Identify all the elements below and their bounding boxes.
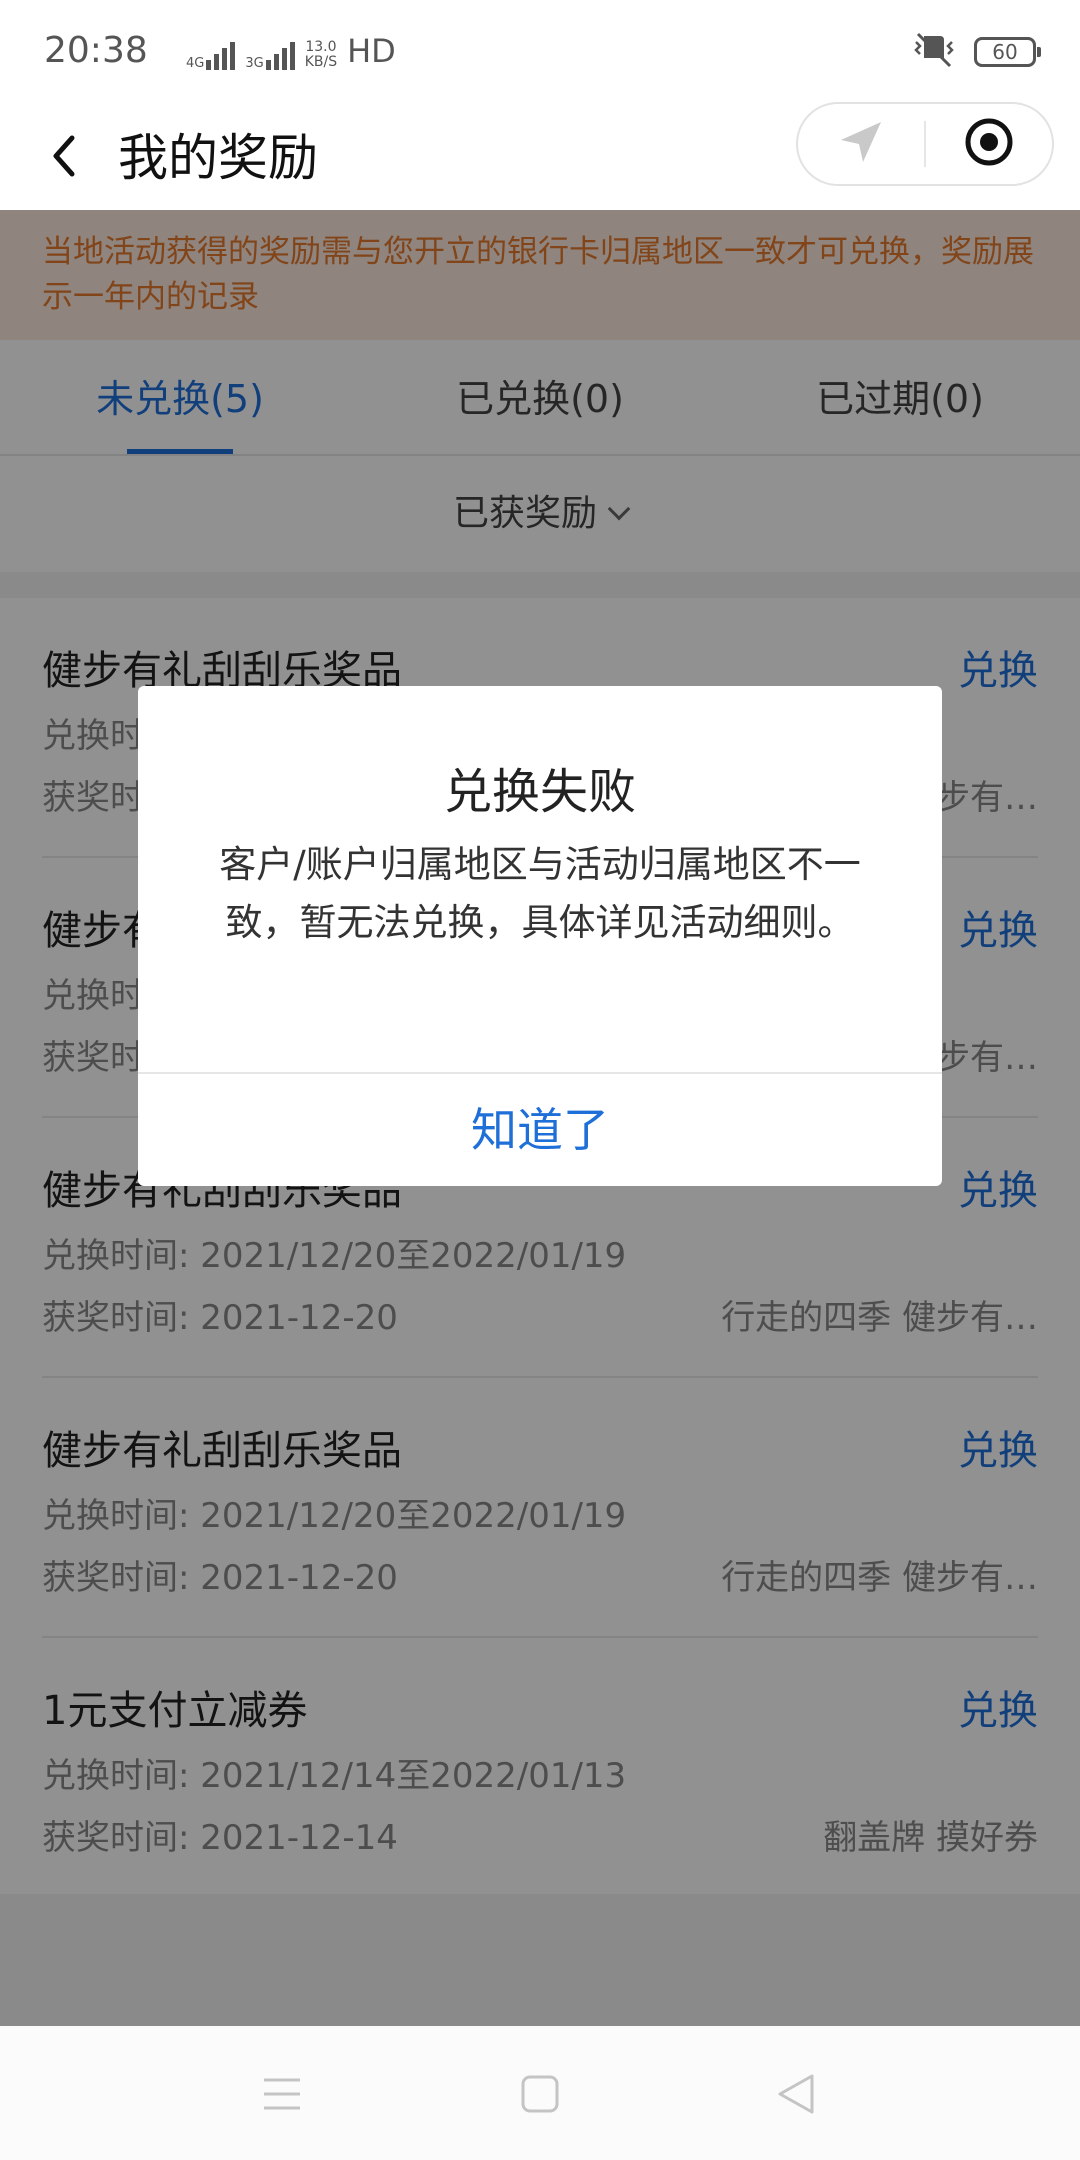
home-button[interactable]	[510, 2066, 570, 2126]
mute-vibrate-icon	[912, 30, 956, 74]
back-button[interactable]	[38, 118, 98, 188]
hd-indicator: HD	[347, 32, 396, 70]
page-title: 我的奖励	[118, 129, 318, 187]
menu-button[interactable]	[252, 2066, 312, 2126]
system-nav-bar	[0, 2026, 1080, 2160]
back-triangle-icon	[776, 2072, 816, 2120]
signal-4g: 4G	[186, 42, 236, 70]
back-arrow-icon	[38, 135, 98, 192]
dialog-ok-button[interactable]: 知道了	[138, 1074, 942, 1186]
dialog-message: 客户/账户归属地区与活动归属地区不一致，暂无法兑换，具体详见活动细则。	[219, 843, 861, 944]
signal-3g: 3G	[245, 42, 295, 70]
dialog-title: 兑换失败	[443, 764, 636, 820]
nav-bar: 我的奖励	[0, 100, 1080, 210]
status-time: 20:38	[44, 30, 148, 71]
close-miniprogram-button[interactable]	[926, 104, 1052, 184]
signal-indicators: 4G 3G 13.0 KB/S HD	[186, 32, 396, 70]
back-nav-button[interactable]	[766, 2066, 826, 2126]
location-arrow-icon	[837, 118, 885, 170]
location-button[interactable]	[798, 104, 924, 184]
redeem-failed-dialog: 兑换失败 客户/账户归属地区与活动归属地区不一致，暂无法兑换，具体详见活动细则。…	[138, 686, 942, 1186]
network-speed: 13.0 KB/S	[304, 39, 338, 70]
target-icon	[964, 117, 1014, 171]
home-square-icon	[520, 2074, 560, 2118]
battery-indicator: 60	[974, 37, 1041, 67]
menu-icon	[262, 2076, 302, 2116]
status-bar: 20:38 4G 3G 13.0 KB/S HD 60	[0, 0, 1080, 100]
mini-program-capsule	[796, 102, 1054, 186]
